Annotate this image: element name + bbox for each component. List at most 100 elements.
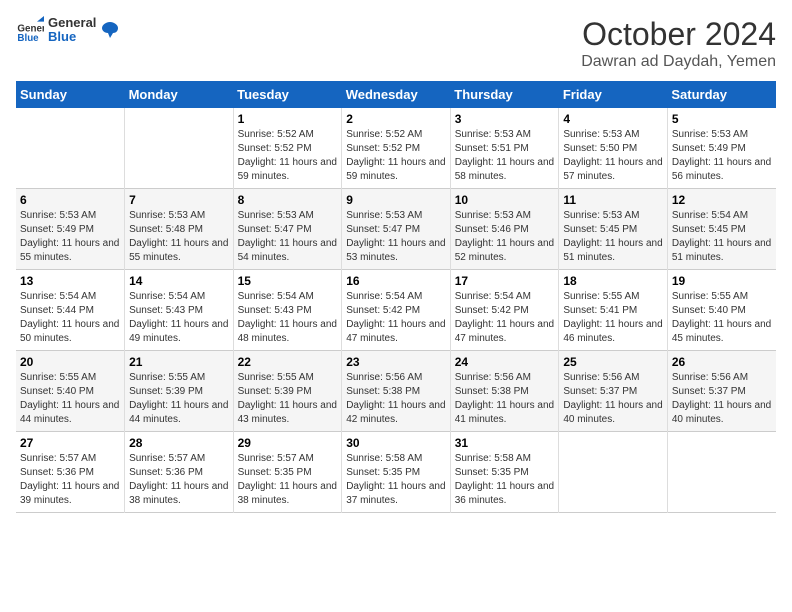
day-info: Sunrise: 5:57 AMSunset: 5:35 PMDaylight:…: [238, 452, 338, 508]
calendar-cell: 9 Sunrise: 5:53 AMSunset: 5:47 PMDaylight…: [342, 189, 451, 270]
calendar-week-row: 6Sunrise: 5:53 AMSunset: 5:49 PMDaylight…: [16, 189, 776, 270]
day-info: Sunrise: 5:56 AMSunset: 5:37 PMDaylight:…: [563, 371, 663, 427]
day-info: Sunrise: 5:57 AMSunset: 5:36 PMDaylight:…: [20, 452, 120, 508]
calendar-cell: 13Sunrise: 5:54 AMSunset: 5:44 PMDayligh…: [16, 270, 125, 351]
day-info: Sunrise: 5:58 AMSunset: 5:35 PMDaylight:…: [346, 452, 446, 508]
calendar-cell: 15 Sunrise: 5:54 AMSunset: 5:43 PMDayligh…: [233, 270, 342, 351]
day-number: 4: [563, 112, 663, 126]
page-title: October 2024: [581, 16, 776, 53]
day-number: 3: [455, 112, 555, 126]
calendar-week-row: 1Sunrise: 5:52 AMSunset: 5:52 PMDaylight…: [16, 108, 776, 189]
calendar-cell: 7 Sunrise: 5:53 AMSunset: 5:48 PMDaylight…: [125, 189, 234, 270]
day-info: Sunrise: 5:53 AMSunset: 5:50 PMDaylight:…: [563, 128, 663, 184]
day-info: Sunrise: 5:53 AMSunset: 5:49 PMDaylight:…: [672, 128, 772, 184]
day-number: 12: [672, 193, 772, 207]
day-number: 6: [20, 193, 120, 207]
calendar-week-row: 20 Sunrise: 5:55 AMSunset: 5:40 PMDayligh…: [16, 351, 776, 432]
day-info: Sunrise: 5:56 AMSunset: 5:38 PMDaylight:…: [346, 371, 446, 427]
calendar-cell: 10Sunrise: 5:53 AMSunset: 5:46 PMDayligh…: [450, 189, 559, 270]
day-number: 26: [672, 355, 772, 369]
day-number: 2: [346, 112, 446, 126]
weekday-header-monday: Monday: [125, 81, 234, 108]
day-info: Sunrise: 5:52 AMSunset: 5:52 PMDaylight:…: [238, 128, 338, 184]
day-info: Sunrise: 5:52 AMSunset: 5:52 PMDaylight:…: [346, 128, 446, 184]
calendar-cell: [667, 432, 776, 513]
day-number: 19: [672, 274, 772, 288]
calendar-cell: 31 Sunrise: 5:58 AMSunset: 5:35 PMDayligh…: [450, 432, 559, 513]
logo-blue: Blue: [48, 30, 96, 44]
calendar-cell: 23Sunrise: 5:56 AMSunset: 5:38 PMDayligh…: [342, 351, 451, 432]
calendar-cell: 8 Sunrise: 5:53 AMSunset: 5:47 PMDaylight…: [233, 189, 342, 270]
day-info: Sunrise: 5:57 AMSunset: 5:36 PMDaylight:…: [129, 452, 229, 508]
header: General Blue General Blue October 2024 D…: [16, 16, 776, 71]
calendar-cell: 5 Sunrise: 5:53 AMSunset: 5:49 PMDaylight…: [667, 108, 776, 189]
calendar-cell: 27Sunrise: 5:57 AMSunset: 5:36 PMDayligh…: [16, 432, 125, 513]
calendar-cell: [125, 108, 234, 189]
calendar-cell: [559, 432, 668, 513]
calendar-table: SundayMondayTuesdayWednesdayThursdayFrid…: [16, 81, 776, 513]
weekday-header-thursday: Thursday: [450, 81, 559, 108]
calendar-cell: 4 Sunrise: 5:53 AMSunset: 5:50 PMDaylight…: [559, 108, 668, 189]
page-subtitle: Dawran ad Daydah, Yemen: [581, 53, 776, 71]
logo: General Blue General Blue: [16, 16, 120, 45]
weekday-header-friday: Friday: [559, 81, 668, 108]
calendar-week-row: 27Sunrise: 5:57 AMSunset: 5:36 PMDayligh…: [16, 432, 776, 513]
day-info: Sunrise: 5:55 AMSunset: 5:40 PMDaylight:…: [672, 290, 772, 346]
day-info: Sunrise: 5:53 AMSunset: 5:47 PMDaylight:…: [238, 209, 338, 265]
weekday-header-wednesday: Wednesday: [342, 81, 451, 108]
day-info: Sunrise: 5:53 AMSunset: 5:46 PMDaylight:…: [455, 209, 555, 265]
day-number: 18: [563, 274, 663, 288]
calendar-cell: 17 Sunrise: 5:54 AMSunset: 5:42 PMDayligh…: [450, 270, 559, 351]
day-info: Sunrise: 5:53 AMSunset: 5:47 PMDaylight:…: [346, 209, 446, 265]
calendar-cell: 30Sunrise: 5:58 AMSunset: 5:35 PMDayligh…: [342, 432, 451, 513]
day-number: 29: [238, 436, 338, 450]
calendar-cell: 2 Sunrise: 5:52 AMSunset: 5:52 PMDaylight…: [342, 108, 451, 189]
svg-text:Blue: Blue: [17, 33, 39, 44]
day-number: 7: [129, 193, 229, 207]
calendar-cell: 20 Sunrise: 5:55 AMSunset: 5:40 PMDayligh…: [16, 351, 125, 432]
day-number: 31: [455, 436, 555, 450]
day-number: 20: [20, 355, 120, 369]
day-info: Sunrise: 5:55 AMSunset: 5:39 PMDaylight:…: [129, 371, 229, 427]
day-number: 25: [563, 355, 663, 369]
calendar-cell: 14 Sunrise: 5:54 AMSunset: 5:43 PMDayligh…: [125, 270, 234, 351]
day-number: 8: [238, 193, 338, 207]
day-number: 14: [129, 274, 229, 288]
weekday-header-sunday: Sunday: [16, 81, 125, 108]
day-info: Sunrise: 5:54 AMSunset: 5:43 PMDaylight:…: [129, 290, 229, 346]
weekday-header-tuesday: Tuesday: [233, 81, 342, 108]
logo-bird-icon: [100, 20, 120, 40]
calendar-cell: 26Sunrise: 5:56 AMSunset: 5:37 PMDayligh…: [667, 351, 776, 432]
calendar-cell: 21Sunrise: 5:55 AMSunset: 5:39 PMDayligh…: [125, 351, 234, 432]
title-section: October 2024 Dawran ad Daydah, Yemen: [581, 16, 776, 71]
logo-general: General: [48, 16, 96, 30]
calendar-week-row: 13Sunrise: 5:54 AMSunset: 5:44 PMDayligh…: [16, 270, 776, 351]
day-info: Sunrise: 5:55 AMSunset: 5:41 PMDaylight:…: [563, 290, 663, 346]
calendar-cell: 18 Sunrise: 5:55 AMSunset: 5:41 PMDayligh…: [559, 270, 668, 351]
calendar-cell: 19 Sunrise: 5:55 AMSunset: 5:40 PMDayligh…: [667, 270, 776, 351]
calendar-cell: 24Sunrise: 5:56 AMSunset: 5:38 PMDayligh…: [450, 351, 559, 432]
day-number: 16: [346, 274, 446, 288]
calendar-cell: 12 Sunrise: 5:54 AMSunset: 5:45 PMDayligh…: [667, 189, 776, 270]
day-number: 17: [455, 274, 555, 288]
day-number: 5: [672, 112, 772, 126]
calendar-cell: 22Sunrise: 5:55 AMSunset: 5:39 PMDayligh…: [233, 351, 342, 432]
day-info: Sunrise: 5:54 AMSunset: 5:45 PMDaylight:…: [672, 209, 772, 265]
day-info: Sunrise: 5:54 AMSunset: 5:43 PMDaylight:…: [238, 290, 338, 346]
day-number: 9: [346, 193, 446, 207]
day-number: 24: [455, 355, 555, 369]
day-info: Sunrise: 5:54 AMSunset: 5:42 PMDaylight:…: [346, 290, 446, 346]
weekday-header-row: SundayMondayTuesdayWednesdayThursdayFrid…: [16, 81, 776, 108]
logo-icon: General Blue: [16, 16, 44, 44]
calendar-cell: 16 Sunrise: 5:54 AMSunset: 5:42 PMDayligh…: [342, 270, 451, 351]
day-info: Sunrise: 5:54 AMSunset: 5:42 PMDaylight:…: [455, 290, 555, 346]
day-info: Sunrise: 5:53 AMSunset: 5:48 PMDaylight:…: [129, 209, 229, 265]
day-info: Sunrise: 5:58 AMSunset: 5:35 PMDaylight:…: [455, 452, 555, 508]
day-number: 15: [238, 274, 338, 288]
calendar-cell: 6Sunrise: 5:53 AMSunset: 5:49 PMDaylight…: [16, 189, 125, 270]
day-info: Sunrise: 5:53 AMSunset: 5:51 PMDaylight:…: [455, 128, 555, 184]
calendar-cell: [16, 108, 125, 189]
day-info: Sunrise: 5:55 AMSunset: 5:40 PMDaylight:…: [20, 371, 120, 427]
day-info: Sunrise: 5:53 AMSunset: 5:45 PMDaylight:…: [563, 209, 663, 265]
day-number: 13: [20, 274, 120, 288]
